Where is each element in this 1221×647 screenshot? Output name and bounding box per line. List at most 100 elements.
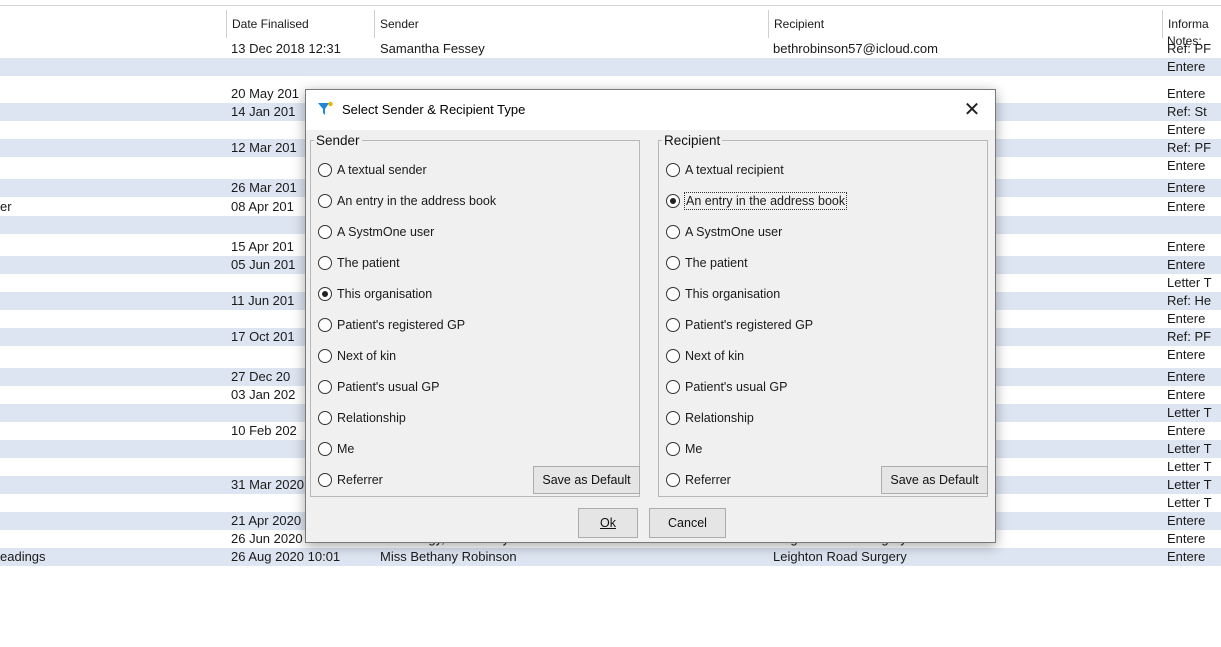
radio-button-icon[interactable] bbox=[318, 225, 332, 239]
row-col0-cell bbox=[0, 238, 226, 256]
information-cell: Letter T bbox=[1167, 441, 1212, 456]
information-cell: Letter T bbox=[1167, 405, 1212, 420]
column-header-recipient[interactable]: Recipient bbox=[768, 10, 1162, 38]
radio-button-icon[interactable] bbox=[318, 349, 332, 363]
sender-option-label: Referrer bbox=[337, 473, 383, 487]
information-cell: Entere bbox=[1167, 531, 1206, 546]
row-col0-cell bbox=[0, 274, 226, 292]
information-cell: Entere bbox=[1167, 257, 1206, 272]
sender-option-label: Next of kin bbox=[337, 349, 397, 363]
dialog-content: Sender A textual sender An entry in the a… bbox=[306, 130, 995, 542]
recipient-option-label: An entry in the address book bbox=[683, 192, 848, 210]
row-col0-cell bbox=[0, 85, 226, 103]
radio-button-icon[interactable] bbox=[318, 194, 332, 208]
radio-button-icon[interactable] bbox=[318, 411, 332, 425]
radio-button-icon[interactable] bbox=[318, 380, 332, 394]
information-cell: Entere bbox=[1167, 513, 1206, 528]
radio-button-icon[interactable] bbox=[666, 194, 680, 208]
date-finalised-cell: 26 Aug 2020 10:01 bbox=[231, 549, 341, 564]
sender-cell: Samantha Fessey bbox=[380, 41, 485, 56]
sender-option-label: A textual sender bbox=[337, 163, 427, 177]
row-col0-cell bbox=[0, 386, 226, 404]
column-header-date-finalised[interactable]: Date Finalised bbox=[226, 10, 374, 38]
recipient-cell bbox=[773, 58, 1161, 76]
radio-button-icon[interactable] bbox=[666, 473, 680, 487]
information-cell: Ref: PF bbox=[1167, 329, 1212, 344]
information-cell: Entere bbox=[1167, 311, 1206, 326]
row-col0-cell bbox=[0, 346, 226, 364]
cancel-button[interactable]: Cancel bbox=[649, 508, 726, 538]
recipient-save-as-default-button[interactable]: Save as Default bbox=[881, 466, 988, 494]
row-col0-cell bbox=[0, 440, 226, 458]
information-cell: Letter T bbox=[1167, 477, 1212, 492]
recipient-option-label: Me bbox=[685, 442, 703, 456]
row-col0-cell bbox=[0, 157, 226, 175]
sender-cell bbox=[380, 58, 768, 76]
row-col0-cell bbox=[0, 476, 226, 494]
radio-button-icon[interactable] bbox=[666, 318, 680, 332]
recipient-option-label: Referrer bbox=[685, 473, 731, 487]
radio-button-icon[interactable] bbox=[318, 287, 332, 301]
table-row[interactable]: Entere bbox=[0, 58, 1221, 76]
table-row[interactable]: eadings 26 Aug 2020 10:01 Miss Bethany Rob… bbox=[0, 548, 1221, 566]
recipient-option-label: A SystmOne user bbox=[685, 225, 783, 239]
recipient-option-label: Patient's usual GP bbox=[685, 380, 788, 394]
dialog-title: Select Sender & Recipient Type bbox=[342, 102, 526, 117]
radio-button-icon[interactable] bbox=[666, 225, 680, 239]
close-icon[interactable]: ✕ bbox=[957, 95, 987, 125]
recipient-option-label: The patient bbox=[685, 256, 748, 270]
select-sender-recipient-dialog: Select Sender & Recipient Type ✕ Sender … bbox=[305, 89, 996, 543]
filter-funnel-icon bbox=[318, 101, 333, 115]
sender-option-label: Relationship bbox=[337, 411, 406, 425]
information-cell: Entere bbox=[1167, 122, 1206, 137]
row-col0-cell bbox=[0, 494, 226, 512]
radio-button-icon[interactable] bbox=[318, 442, 332, 456]
radio-button-icon[interactable] bbox=[666, 411, 680, 425]
information-cell: Letter T bbox=[1167, 459, 1212, 474]
information-cell: Entere bbox=[1167, 347, 1206, 362]
radio-button-icon[interactable] bbox=[666, 380, 680, 394]
row-col0-cell bbox=[0, 216, 226, 234]
date-finalised-cell bbox=[231, 58, 376, 76]
information-cell: Ref: He bbox=[1167, 293, 1212, 308]
sender-option-label: Patient's registered GP bbox=[337, 318, 466, 332]
radio-button-icon[interactable] bbox=[666, 163, 680, 177]
radio-button-icon[interactable] bbox=[666, 287, 680, 301]
radio-button-icon[interactable] bbox=[666, 442, 680, 456]
information-cell: Ref: St bbox=[1167, 104, 1207, 119]
column-header-blank[interactable] bbox=[0, 10, 225, 38]
row-col0-cell bbox=[0, 310, 226, 328]
ok-label: Ok bbox=[600, 516, 616, 530]
information-cell: Entere bbox=[1167, 180, 1206, 195]
row-col0-cell bbox=[0, 530, 226, 548]
date-finalised-cell: 13 Dec 2018 12:31 bbox=[231, 41, 341, 56]
sender-option-label: A SystmOne user bbox=[337, 225, 435, 239]
information-cell: Letter T bbox=[1167, 275, 1212, 290]
sender-cell: Miss Bethany Robinson bbox=[380, 549, 517, 564]
information-cell: Entere bbox=[1167, 369, 1206, 384]
row-col0-cell bbox=[0, 121, 226, 139]
radio-button-icon[interactable] bbox=[666, 256, 680, 270]
sender-legend: Sender bbox=[314, 133, 362, 148]
ok-button[interactable]: Ok bbox=[578, 508, 638, 538]
cancel-label: Cancel bbox=[668, 516, 707, 530]
column-header-sender[interactable]: Sender bbox=[374, 10, 768, 38]
sender-save-as-default-button[interactable]: Save as Default bbox=[533, 466, 640, 494]
recipient-group: Recipient A textual recipient An entry in… bbox=[658, 133, 988, 497]
information-cell: Ref: PF bbox=[1167, 140, 1212, 155]
radio-button-icon[interactable] bbox=[318, 163, 332, 177]
row-col0-cell bbox=[0, 58, 226, 76]
information-cell bbox=[1167, 216, 1221, 234]
radio-button-icon[interactable] bbox=[318, 473, 332, 487]
recipient-option-label: Next of kin bbox=[685, 349, 745, 363]
radio-button-icon[interactable] bbox=[666, 349, 680, 363]
recipient-legend: Recipient bbox=[662, 133, 723, 148]
radio-button-icon[interactable] bbox=[318, 318, 332, 332]
radio-button-icon[interactable] bbox=[318, 256, 332, 270]
sender-option-label: An entry in the address book bbox=[337, 194, 497, 208]
table-header: Date Finalised Sender Recipient Informa … bbox=[0, 10, 1221, 47]
row-col0-cell bbox=[0, 179, 226, 197]
row-col0-cell: eadings bbox=[0, 549, 46, 564]
table-row[interactable]: 13 Dec 2018 12:31 Samantha Fessey bethrobi… bbox=[0, 40, 1221, 58]
row-col0-cell bbox=[0, 292, 226, 310]
